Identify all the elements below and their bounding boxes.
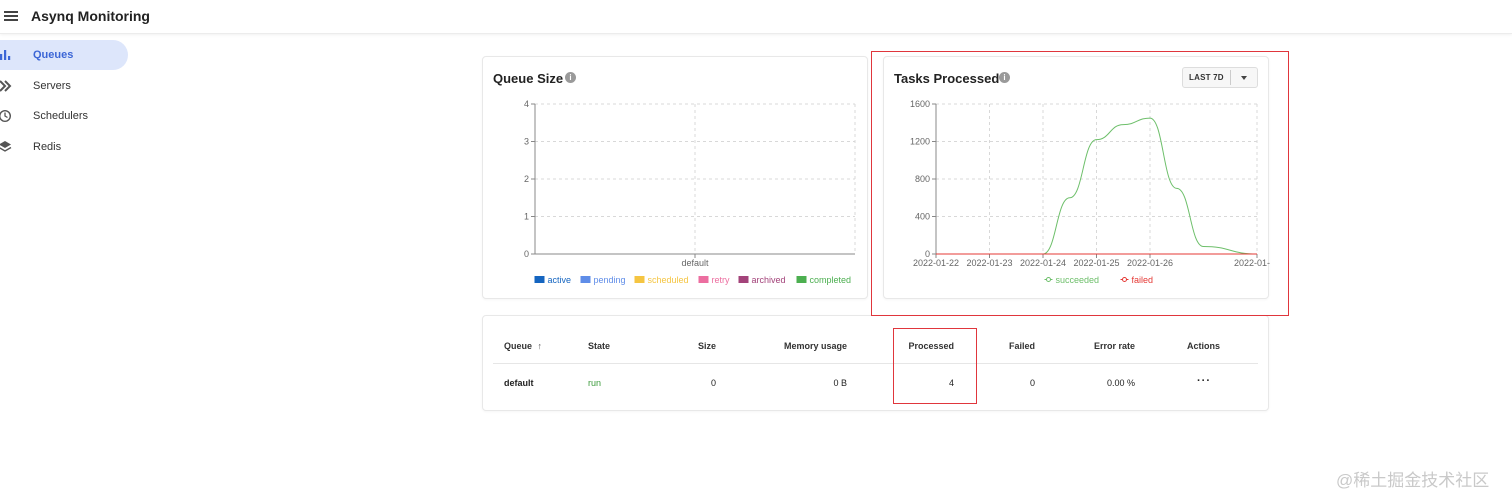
sidebar-item-servers[interactable]: Servers (0, 71, 132, 101)
queue-size-card: Queue Size i 0 1 2 3 4 default active pending sc… (482, 56, 868, 299)
x-tick-label: default (681, 258, 709, 268)
memory-usage-value: 0 B (833, 378, 847, 388)
queue-size-chart: 0 1 2 3 4 default active pending scheduled retry a… (524, 99, 856, 285)
sidebar-item-redis[interactable]: Redis (0, 132, 132, 162)
legend-swatch-scheduled (634, 276, 645, 283)
legend-swatch-archived (738, 276, 749, 283)
y-tick-label: 400 (915, 212, 930, 222)
y-tick-label: 4 (524, 99, 529, 109)
sidebar-item-queues[interactable]: Queues (0, 40, 128, 70)
legend-label-active: active (548, 275, 572, 285)
tasks-processed-chart: 0400800120016002022-01-22 2022-01-23 2022-… (910, 99, 1270, 285)
legend-swatch-retry (698, 276, 709, 283)
bar-chart-icon (0, 50, 11, 60)
legend-marker-failed (1122, 277, 1127, 282)
legend-marker-succeeded (1046, 277, 1051, 282)
series-line-succeeded (936, 117, 1258, 255)
y-tick-label: 0 (524, 249, 529, 259)
layers-icon (0, 141, 12, 152)
column-header-error-rate[interactable]: Error rate (1094, 341, 1135, 351)
column-header-memory[interactable]: Memory usage (784, 341, 847, 351)
processed-value: 4 (948, 378, 954, 388)
sort-arrow-icon[interactable]: ↑ (538, 341, 543, 351)
more-actions-button[interactable]: ··· (1197, 375, 1211, 387)
double-chevron-icon (0, 79, 12, 92)
legend-label-retry: retry (712, 275, 731, 285)
legend-label-archived: archived (752, 275, 786, 285)
sidebar-item-label: Servers (33, 79, 71, 92)
legend-label-failed: failed (1132, 275, 1154, 285)
column-header-processed[interactable]: Processed (908, 341, 954, 351)
queues-table: Queue ↑ State Size Memory usage Processe… (482, 315, 1269, 411)
x-tick-label: 2022-01-22 (913, 258, 959, 268)
tasks-processed-card: Tasks Processed i LAST 7D 0 400 800 1200 160… (883, 56, 1270, 299)
x-tick-label: 2022-01-28 (1234, 258, 1270, 268)
column-header-queue[interactable]: Queue ↑ (504, 341, 542, 351)
y-tick-label: 3 (524, 137, 529, 147)
y-tick-label: 2 (524, 174, 529, 184)
queue-name-link[interactable]: default (504, 378, 534, 388)
x-tick-label: 2022-01-24 (1020, 258, 1066, 268)
x-tick-label: 2022-01-23 (966, 258, 1012, 268)
sidebar-item-label: Schedulers (33, 110, 89, 123)
sidebar: Queues Servers Schedulers Redis (0, 38, 132, 163)
legend-swatch-active (534, 276, 545, 283)
app-bar: Asynq Monitoring (0, 0, 1512, 34)
sidebar-item-schedulers[interactable]: Schedulers (0, 101, 132, 131)
column-header-failed[interactable]: Failed (1009, 341, 1035, 351)
sidebar-item-label: Redis (33, 141, 62, 154)
x-tick-label: 2022-01-26 (1127, 258, 1173, 268)
column-header-label: Queue (504, 341, 533, 351)
y-tick-label: 1200 (910, 137, 930, 147)
column-header-actions: Actions (1187, 341, 1221, 351)
sidebar-item-label: Queues (33, 49, 74, 61)
app-title: Asynq Monitoring (31, 8, 150, 24)
legend-swatch-pending (580, 276, 591, 283)
y-tick-label: 1 (524, 212, 529, 222)
queue-size-value: 0 (710, 378, 716, 388)
legend-label-pending: pending (594, 275, 626, 285)
clock-icon (0, 110, 11, 123)
menu-icon[interactable] (4, 9, 18, 23)
header-divider (493, 363, 1258, 364)
legend-label-completed: completed (810, 275, 852, 285)
error-rate-value: 0.00 % (1106, 378, 1135, 388)
column-header-state[interactable]: State (588, 341, 610, 351)
legend-label-succeeded: succeeded (1056, 275, 1100, 285)
queue-state: run (588, 378, 602, 388)
y-tick-label: 1600 (910, 99, 930, 109)
y-tick-label: 800 (915, 174, 930, 184)
legend-swatch-completed (796, 276, 807, 283)
failed-value: 0 (1029, 378, 1035, 388)
legend-label-scheduled: scheduled (648, 275, 689, 285)
x-tick-label: 2022-01-25 (1073, 258, 1119, 268)
column-header-size[interactable]: Size (698, 341, 716, 351)
watermark: @稀土掘金技术社区 (1336, 471, 1490, 490)
